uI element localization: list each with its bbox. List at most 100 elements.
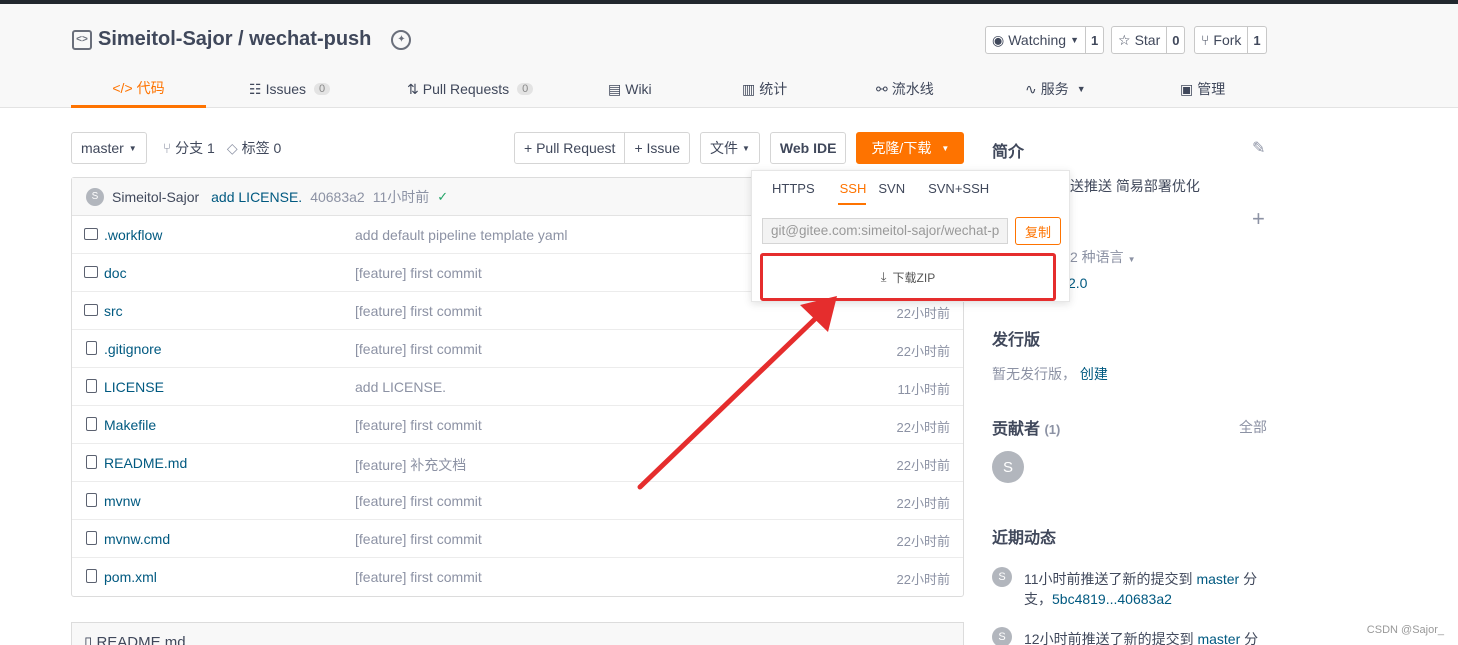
file-commit-message[interactable]: [feature] first commit: [355, 531, 482, 547]
table-row[interactable]: README.md [feature] 补充文档 22小时前: [72, 444, 963, 482]
branch-select[interactable]: master ▼: [71, 132, 147, 164]
languages-selector[interactable]: 2 种语言 ▼: [1070, 247, 1136, 267]
activity-commit-range-link[interactable]: 5bc4819...40683a2: [1052, 591, 1172, 607]
contributors-all-link[interactable]: 全部: [1239, 417, 1267, 437]
branches-count[interactable]: 分支 1: [175, 138, 215, 158]
tab-stats[interactable]: ▥ 统计: [742, 70, 787, 108]
chart-icon: ▥: [742, 80, 756, 97]
file-name-link[interactable]: LICENSE: [104, 379, 164, 395]
activity-branch-link[interactable]: master: [1196, 571, 1239, 587]
file-commit-message[interactable]: [feature] 补充文档: [355, 455, 466, 475]
tab-pull-requests[interactable]: ⇅ Pull Requests 0: [407, 70, 534, 108]
tab-pr-label: Pull Requests: [422, 81, 510, 97]
file-commit-message[interactable]: [feature] first commit: [355, 493, 482, 509]
tab-https[interactable]: HTTPS: [772, 181, 826, 205]
tags-count[interactable]: 标签 0: [242, 138, 282, 158]
table-row[interactable]: LICENSE add LICENSE. 11小时前: [72, 368, 963, 406]
protocol-tabs: HTTPS SSH SVN SVN+SSH: [772, 181, 1012, 205]
tab-code[interactable]: </> 代码: [71, 70, 206, 108]
star-action[interactable]: ☆ Star 0: [1111, 26, 1186, 54]
file-name-link[interactable]: pom.xml: [104, 569, 157, 585]
folder-icon: [84, 304, 98, 316]
file-name-link[interactable]: Makefile: [104, 417, 156, 433]
repo-name-link[interactable]: Simeitol-Sajor / wechat-push: [98, 28, 371, 51]
release-empty-text: 暂无发行版，: [992, 366, 1076, 382]
file-commit-message[interactable]: [feature] first commit: [355, 569, 482, 585]
commit-hash[interactable]: 40683a2: [310, 189, 365, 205]
tab-issues[interactable]: ☷ Issues 0: [249, 70, 331, 108]
star-button[interactable]: ☆ Star: [1111, 26, 1168, 54]
tab-services-label: 服务: [1040, 81, 1069, 97]
file-commit-message[interactable]: [feature] first commit: [355, 341, 482, 357]
tab-manage[interactable]: ▣ 管理: [1180, 70, 1225, 108]
plus-icon[interactable]: +: [1252, 206, 1265, 232]
file-commit-time: 22小时前: [896, 306, 950, 321]
tab-svn[interactable]: SVN: [878, 181, 916, 205]
table-row[interactable]: .gitignore [feature] first commit 22小时前: [72, 330, 963, 368]
clone-download-button[interactable]: 克隆/下载 ▼: [856, 132, 965, 164]
tab-services[interactable]: ∿ 服务 ▼: [1025, 70, 1086, 108]
file-commit-message[interactable]: add LICENSE.: [355, 379, 446, 395]
fork-action[interactable]: ⑂ Fork 1: [1194, 26, 1267, 54]
star-count[interactable]: 0: [1167, 26, 1186, 54]
readme-title: README.md: [96, 634, 186, 645]
file-name-link[interactable]: doc: [104, 265, 127, 281]
file-name-link[interactable]: mvnw: [104, 493, 141, 509]
tab-ssh[interactable]: SSH: [837, 181, 867, 205]
web-ide-button[interactable]: Web IDE: [769, 132, 847, 164]
watch-button[interactable]: ◉ Watching ▼: [985, 26, 1086, 54]
tab-code-label: 代码: [136, 79, 165, 96]
table-row[interactable]: mvnw.cmd [feature] first commit 22小时前: [72, 520, 963, 558]
table-row[interactable]: mvnw [feature] first commit 22小时前: [72, 482, 963, 520]
create-release-link[interactable]: 创建: [1080, 366, 1108, 382]
license-link[interactable]: 2.0: [1068, 275, 1087, 291]
clone-label: 克隆/下载: [871, 140, 932, 156]
file-commit-time: 22小时前: [896, 458, 950, 473]
file-name-link[interactable]: README.md: [104, 455, 187, 471]
tab-wiki[interactable]: ▤ Wiki: [608, 70, 652, 108]
files-menu-button[interactable]: 文件 ▼: [699, 132, 760, 164]
fork-button[interactable]: ⑂ Fork: [1194, 26, 1249, 54]
file-commit-message[interactable]: add default pipeline template yaml: [355, 227, 567, 243]
file-icon: [86, 569, 97, 583]
commit-author[interactable]: Simeitol-Sajor: [112, 189, 199, 205]
edit-icon[interactable]: ✎: [1252, 138, 1265, 158]
repo-tabs: </> 代码 ☷ Issues 0 ⇅ Pull Requests 0 ▤ Wiki ▥ 统计…: [71, 70, 1271, 108]
pipeline-icon: ⚯: [876, 80, 888, 97]
check-circle-icon: ✓: [437, 188, 449, 204]
watch-count[interactable]: 1: [1085, 26, 1105, 54]
file-commit-message[interactable]: [feature] first commit: [355, 265, 482, 281]
new-issue-button[interactable]: + Issue: [625, 132, 690, 164]
commit-message[interactable]: add LICENSE.: [211, 189, 302, 205]
file-commit-message[interactable]: [feature] first commit: [355, 303, 482, 319]
avatar[interactable]: S: [992, 627, 1012, 645]
tab-pipeline-label: 流水线: [891, 81, 934, 97]
commit-time: 11小时前: [372, 188, 430, 205]
avatar[interactable]: S: [992, 567, 1012, 587]
languages-label: 2 种语言: [1070, 249, 1124, 265]
contributors-title-text: 贡献者: [992, 421, 1041, 438]
download-zip-button[interactable]: ⤓ 下载ZIP: [760, 253, 1056, 301]
fork-count[interactable]: 1: [1248, 26, 1267, 54]
activity-branch-link[interactable]: master: [1197, 631, 1240, 645]
file-commit-message[interactable]: [feature] first commit: [355, 417, 482, 433]
file-name-link[interactable]: src: [104, 303, 123, 319]
file-commit-time: 22小时前: [896, 572, 950, 587]
tab-svn-ssh[interactable]: SVN+SSH: [928, 181, 1000, 205]
branch-icon: ⑂: [162, 140, 172, 156]
file-name-link[interactable]: .gitignore: [104, 341, 162, 357]
file-name-link[interactable]: mvnw.cmd: [104, 531, 170, 547]
verified-badge-icon: ✦: [391, 29, 412, 50]
avatar[interactable]: S: [86, 187, 104, 206]
watch-action[interactable]: ◉ Watching ▼ 1: [985, 26, 1105, 54]
avatar[interactable]: S: [992, 451, 1024, 483]
clone-url-field[interactable]: git@gitee.com:simeitol-sajor/wechat-p: [762, 218, 1008, 244]
copy-button[interactable]: 复制: [1015, 217, 1061, 245]
table-row[interactable]: Makefile [feature] first commit 22小时前: [72, 406, 963, 444]
file-name-link[interactable]: .workflow: [104, 227, 162, 243]
tab-pipeline[interactable]: ⚯ 流水线: [876, 70, 934, 108]
activity-text: 12小时前推送了新的提交到: [1024, 631, 1194, 645]
contributors-count: (1): [1044, 422, 1061, 437]
new-pull-request-button[interactable]: + Pull Request: [514, 132, 626, 164]
table-row[interactable]: pom.xml [feature] first commit 22小时前: [72, 558, 963, 596]
